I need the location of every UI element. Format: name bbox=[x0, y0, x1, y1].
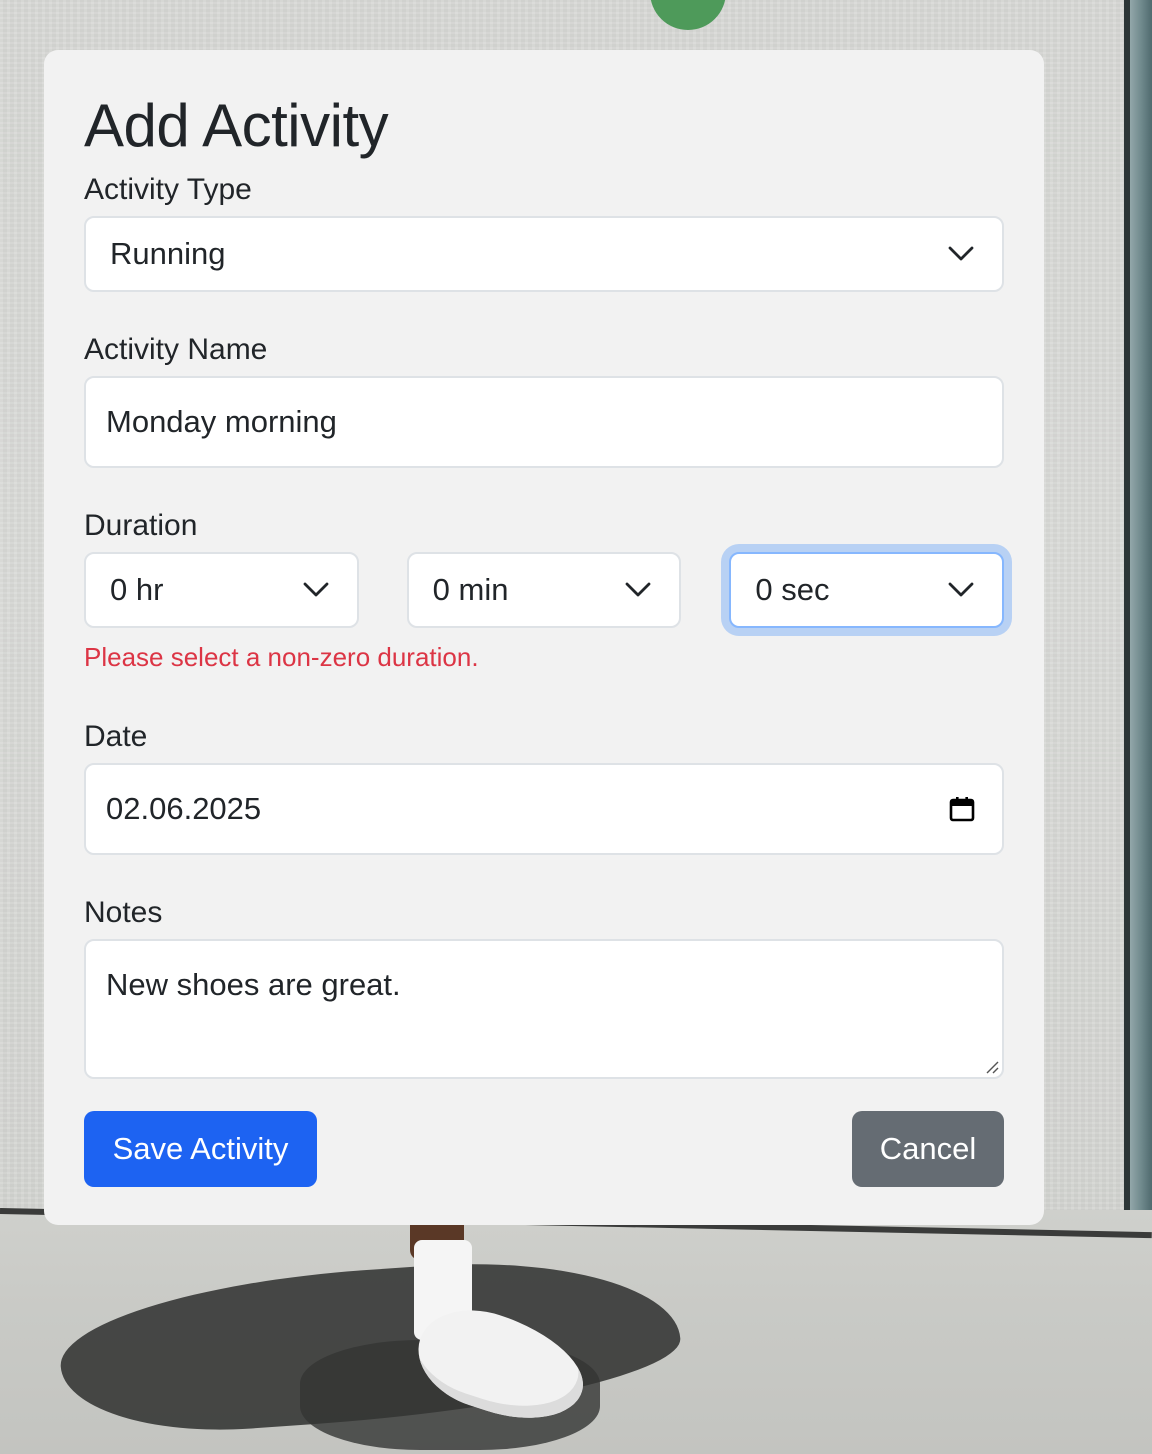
duration-selects: 0 hr 0 min 0 sec bbox=[84, 552, 1005, 628]
chevron-down-icon bbox=[303, 582, 329, 597]
notes-value: New shoes are great. bbox=[106, 967, 401, 1003]
notes-textarea[interactable]: New shoes are great. bbox=[84, 939, 1004, 1080]
duration-minutes-select[interactable]: 0 min bbox=[406, 552, 682, 628]
calendar-icon[interactable] bbox=[948, 795, 976, 823]
window-frame bbox=[1124, 0, 1130, 1300]
activity-type-group: Activity Type Running bbox=[84, 172, 1004, 292]
notes-group: Notes New shoes are great. bbox=[84, 895, 1004, 1080]
date-value: 02.06.2025 bbox=[106, 791, 262, 827]
activity-type-select[interactable]: Running bbox=[84, 216, 1004, 292]
duration-label: Duration bbox=[84, 509, 198, 542]
cancel-button[interactable]: Cancel bbox=[852, 1111, 1004, 1188]
activity-type-value: Running bbox=[110, 236, 226, 271]
resize-handle-icon[interactable] bbox=[984, 1059, 1000, 1075]
duration-hours-value: 0 hr bbox=[110, 572, 164, 607]
date-group: Date 02.06.2025 bbox=[84, 719, 1004, 856]
activity-name-input[interactable]: Monday morning bbox=[84, 376, 1004, 468]
chevron-down-icon bbox=[948, 246, 974, 261]
notes-label: Notes bbox=[84, 896, 163, 930]
form-actions: Save Activity Cancel bbox=[84, 1111, 1004, 1188]
duration-minutes-value: 0 min bbox=[432, 572, 509, 607]
duration-group: Duration 0 hr 0 min 0 sec Please select … bbox=[84, 508, 1005, 673]
activity-name-label: Activity Name bbox=[84, 333, 268, 366]
duration-hours-select[interactable]: 0 hr bbox=[84, 552, 359, 628]
page-title: Add Activity bbox=[84, 92, 389, 159]
save-activity-button[interactable]: Save Activity bbox=[84, 1111, 317, 1188]
date-label: Date bbox=[84, 720, 148, 754]
add-activity-card: Add Activity Activity Type Running Activ… bbox=[44, 50, 1044, 1225]
duration-seconds-value: 0 sec bbox=[755, 572, 830, 607]
duration-error-message: Please select a non-zero duration. bbox=[84, 642, 479, 672]
date-input[interactable]: 02.06.2025 bbox=[84, 763, 1004, 856]
chevron-down-icon bbox=[625, 582, 651, 597]
activity-name-value: Monday morning bbox=[106, 404, 337, 439]
chevron-down-icon bbox=[948, 582, 974, 597]
duration-seconds-select[interactable]: 0 sec bbox=[729, 552, 1005, 628]
activity-type-label: Activity Type bbox=[84, 173, 252, 206]
activity-name-group: Activity Name Monday morning bbox=[84, 332, 1004, 468]
